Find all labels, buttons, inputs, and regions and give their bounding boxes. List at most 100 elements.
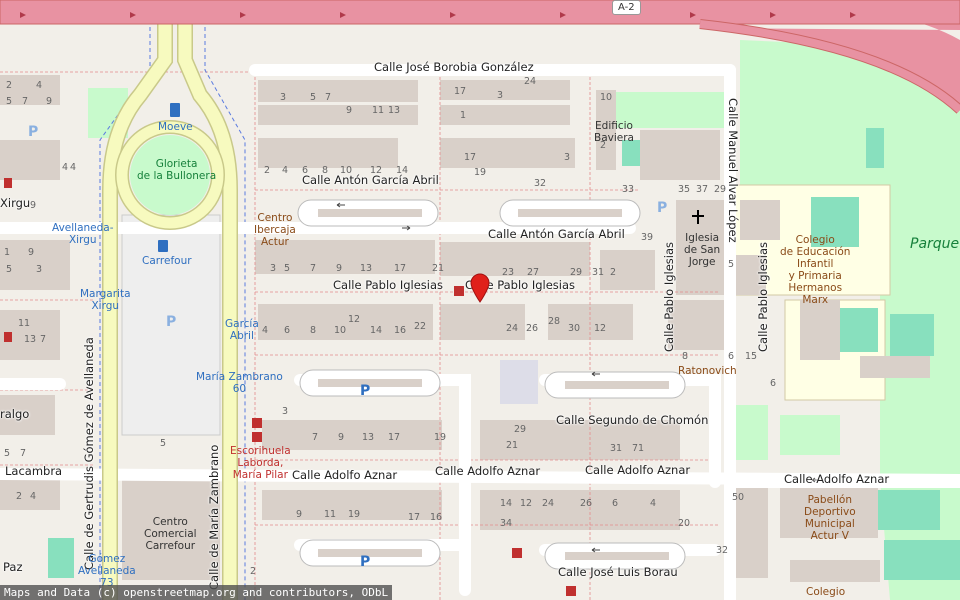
house-number: 17 [388, 432, 401, 443]
church-icon [697, 210, 699, 224]
house-number: 13 [24, 334, 37, 345]
street-label-segundo-chomon: Calle Segundo de Chomón [556, 413, 709, 427]
street-label-maria-zambrano: Calle de María Zambrano [207, 444, 221, 590]
house-number: 30 [568, 323, 581, 334]
house-number: 4 [30, 491, 37, 502]
pharmacy-icon [4, 178, 12, 188]
street-label-jose-luis-borau: Calle José Luis Borau [558, 565, 678, 579]
house-number: 29 [514, 424, 527, 435]
poi-carrefour-small[interactable]: Carrefour [142, 255, 192, 267]
location-pin-icon[interactable] [470, 273, 490, 303]
house-number: 19 [474, 167, 487, 178]
house-number: 3 [497, 90, 504, 101]
house-number: 4 [282, 165, 289, 176]
poi-glorieta[interactable]: Glorieta de la Bullonera [137, 158, 216, 182]
house-number: 2 [250, 566, 257, 577]
house-number: 16 [430, 512, 443, 523]
house-number: 11 [18, 318, 31, 329]
house-number: 39 [641, 232, 654, 243]
house-number: 13 [388, 105, 401, 116]
poi-gomez-avellaneda[interactable]: Gómez Avellaneda 73 [78, 553, 136, 589]
poi-maria-zambrano-60[interactable]: María Zambrano 60 [196, 371, 283, 395]
house-number: 7 [325, 92, 332, 103]
house-number: 5 [310, 92, 317, 103]
house-number: 5 [728, 259, 735, 270]
house-number: 9 [46, 96, 53, 107]
house-number: 10 [600, 92, 613, 103]
house-number: 9 [336, 263, 343, 274]
poi-garcia-abril-stop[interactable]: García Abril [225, 318, 259, 342]
poi-centro-ibercaja[interactable]: Centro Ibercaja Actur [254, 212, 296, 248]
house-number: 7 [20, 448, 27, 459]
house-number: 29 [714, 184, 727, 195]
pharmacy-icon-3 [454, 286, 464, 296]
house-number: 50 [732, 492, 745, 503]
house-number: 9 [30, 200, 37, 211]
svg-text:P: P [360, 383, 370, 399]
house-number: 5 [6, 264, 13, 275]
house-number: 12 [348, 314, 361, 325]
house-number: 24 [524, 76, 537, 87]
house-number: 8 [310, 325, 317, 336]
house-number: 4 [262, 325, 269, 336]
fuel-icon-2 [158, 240, 168, 252]
house-number: 22 [414, 321, 427, 332]
poi-colegio-bottom[interactable]: Colegio [806, 586, 845, 598]
poi-pabellon[interactable]: Pabellón Deportivo Municipal Actur V [804, 494, 856, 542]
house-number: 14 [500, 498, 513, 509]
street-label-borobia: Calle José Borobia González [374, 60, 534, 74]
poi-margarita-xirgu[interactable]: Margarita Xirgu [80, 288, 131, 312]
house-number: 1 [4, 247, 11, 258]
street-label-adolfo-aznar-3: Calle Adolfo Aznar [585, 463, 691, 477]
house-number: 17 [454, 86, 467, 97]
svg-text:P: P [28, 124, 38, 140]
house-number: 10 [340, 165, 353, 176]
poi-moeve[interactable]: Moeve [158, 121, 193, 133]
house-number: 2 [264, 165, 271, 176]
street-label-pablo-iglesias-v1: Calle Pablo Iglesias [662, 241, 676, 352]
house-number: 31 [610, 443, 623, 454]
svg-text:P: P [657, 200, 667, 216]
house-number: 7 [22, 96, 29, 107]
poi-ratonovich[interactable]: Ratonovich [678, 365, 737, 377]
poi-parque[interactable]: Parque de los Cinec [910, 236, 960, 252]
house-number: 2 [6, 80, 13, 91]
house-number: 3 [270, 263, 277, 274]
house-number: 15 [745, 351, 758, 362]
street-label-gertrudis: Calle de Gertrudis Gómez de Avellaneda [82, 337, 96, 570]
street-label-pablo-iglesias-v2: Calle Pablo Iglesias [756, 241, 770, 352]
house-number: 5 [6, 96, 13, 107]
highway-shield: A-2 [612, 0, 641, 15]
map-attribution[interactable]: Maps and Data (c) openstreetmap.org and … [0, 585, 393, 600]
house-number: 13 [362, 432, 375, 443]
svg-text:P: P [360, 554, 370, 570]
poi-colegio-educacion[interactable]: Colegio de Educación Infantil y Primaria… [780, 234, 850, 306]
house-number: 9 [296, 509, 303, 520]
house-number: 28 [548, 316, 561, 327]
house-number: 4 [62, 162, 69, 173]
street-label-lacambra: Lacambra [5, 464, 63, 478]
house-number: 11 [372, 105, 385, 116]
house-number: 11 [324, 509, 337, 520]
poi-avellaneda-xirgu[interactable]: Avellaneda- Xirgu [52, 222, 114, 246]
house-number: 3 [282, 406, 289, 417]
poi-escorihuela[interactable]: Escorihuela Laborda, María Pilar [230, 445, 291, 481]
house-number: 37 [696, 184, 709, 195]
house-number: 6 [728, 351, 735, 362]
house-number: 35 [678, 184, 691, 195]
poi-iglesia[interactable]: Iglesia de San Jorge [684, 232, 720, 268]
house-number: 20 [678, 518, 691, 529]
house-number: 1 [460, 110, 467, 121]
street-label-garcia-abril-1: Calle Antón García Abril [302, 173, 439, 187]
house-number: 3 [280, 92, 287, 103]
house-number: 6 [612, 498, 619, 509]
house-number: 24 [542, 498, 555, 509]
house-number: 5 [284, 263, 291, 274]
svg-text:P: P [166, 314, 176, 330]
poi-centro-comercial[interactable]: Centro Comercial Carrefour [144, 516, 197, 552]
house-number: 26 [580, 498, 593, 509]
house-number: 14 [396, 165, 409, 176]
house-number: 3 [564, 152, 571, 163]
map-view[interactable]: P P P P P A-2 Calle José Borobia Gonzále… [0, 0, 960, 600]
house-number: 34 [500, 518, 513, 529]
